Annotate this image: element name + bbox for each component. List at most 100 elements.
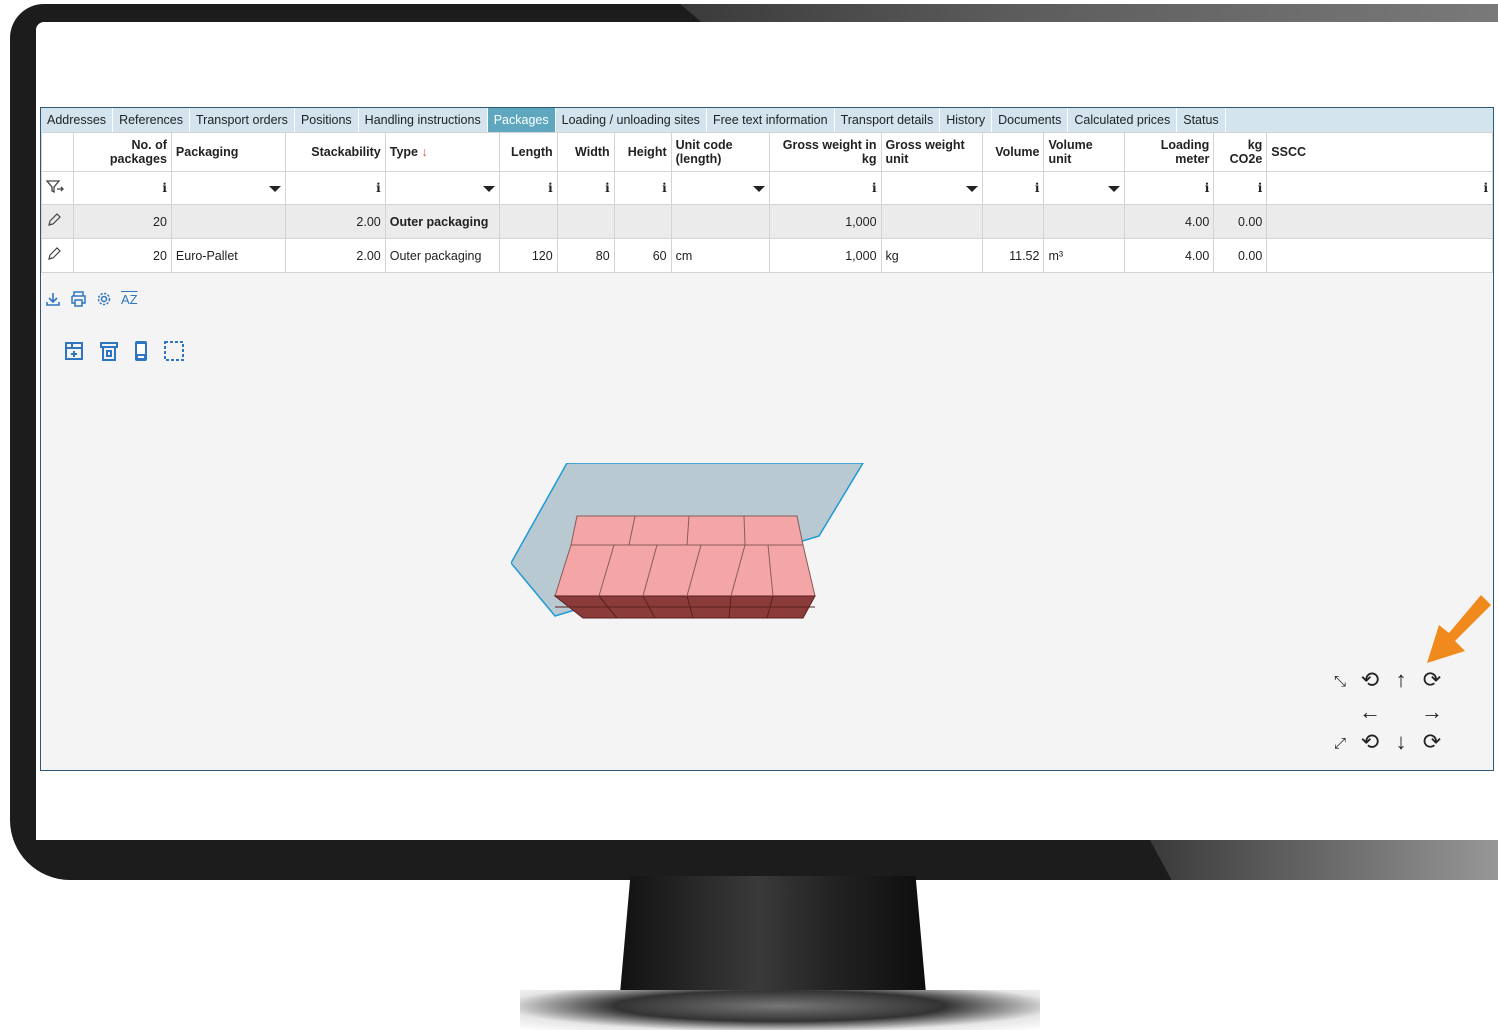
filter-sscc[interactable]: i: [1266, 171, 1493, 205]
header-gross-weight-unit[interactable]: Gross weight unit: [880, 132, 984, 172]
info-icon: i: [548, 181, 553, 195]
cell-height: 60: [613, 238, 672, 273]
package-toolbar: [63, 340, 185, 362]
download-icon[interactable]: [45, 291, 61, 307]
cell-stackability: 2.00: [284, 204, 386, 239]
arrow-right-icon[interactable]: →: [1418, 701, 1446, 723]
tab-positions[interactable]: Positions: [295, 108, 359, 132]
3d-load-view[interactable]: [511, 463, 865, 623]
info-icon: i: [662, 181, 667, 195]
bezel-bottom-highlight: [1150, 840, 1498, 880]
cell-volume: 11.52: [982, 238, 1045, 273]
header-packaging[interactable]: Packaging: [170, 132, 286, 172]
header-length[interactable]: Length: [498, 132, 558, 172]
filter-volume[interactable]: i: [982, 171, 1045, 205]
tab-documents[interactable]: Documents: [992, 108, 1069, 132]
filter-unit-code[interactable]: [670, 171, 770, 205]
chevron-down-icon: [1108, 186, 1121, 192]
edit-row-button[interactable]: [41, 204, 74, 239]
cell-loading-meter: 4.00: [1124, 238, 1215, 273]
rotate-left-icon[interactable]: ⟲: [1356, 669, 1384, 691]
cell-gross-weight-unit: [880, 204, 984, 239]
tab-transport-orders[interactable]: Transport orders: [190, 108, 295, 132]
add-package-icon[interactable]: [63, 340, 85, 362]
sort-az-icon[interactable]: AZ: [121, 292, 138, 307]
filter-gross-weight-unit[interactable]: [880, 171, 984, 205]
header-type[interactable]: Type ↓: [384, 132, 500, 172]
filter-type[interactable]: [384, 171, 500, 205]
filter-volume-unit[interactable]: [1043, 171, 1126, 205]
sort-descending-icon: ↓: [421, 145, 428, 159]
tab-handling-instructions[interactable]: Handling instructions: [359, 108, 488, 132]
header-action-column: [41, 132, 74, 172]
cell-height: [613, 204, 672, 239]
arrow-up-icon[interactable]: ↑: [1387, 669, 1415, 691]
tilt-up-icon[interactable]: ⟳: [1418, 731, 1446, 753]
print-icon[interactable]: [70, 291, 87, 307]
packages-table: No. of packages Packaging Stackability Ty…: [41, 132, 1493, 273]
view-navigation-controls: ⤡ ⟲ ↑ ⟳ ← → ⤢ ⟲ ↓ ⟳: [1326, 665, 1452, 761]
cell-gross-weight: 1,000: [768, 204, 882, 239]
arrow-left-icon[interactable]: ←: [1356, 701, 1384, 723]
pencil-icon: [48, 213, 61, 226]
tab-loading-unloading-sites[interactable]: Loading / unloading sites: [556, 108, 707, 132]
filter-loading-meter[interactable]: i: [1124, 171, 1215, 205]
cell-sscc: [1266, 238, 1493, 273]
table-toolbar: AZ: [45, 291, 138, 307]
filter-co2[interactable]: i: [1213, 171, 1268, 205]
header-unit-code[interactable]: Unit code (length): [670, 132, 770, 172]
header-no-packages[interactable]: No. of packages: [72, 132, 172, 172]
header-volume-unit[interactable]: Volume unit: [1043, 132, 1126, 172]
device-icon[interactable]: [133, 340, 149, 362]
header-gross-weight[interactable]: Gross weight in kg: [768, 132, 882, 172]
filter-gross-weight[interactable]: i: [768, 171, 882, 205]
cell-length: [498, 204, 558, 239]
tab-calculated-prices[interactable]: Calculated prices: [1068, 108, 1178, 132]
expand-icon[interactable]: ⤢: [1326, 733, 1354, 755]
info-icon: i: [1204, 181, 1210, 195]
cell-stackability: 2.00: [284, 238, 386, 273]
cell-type: Outer packaging: [384, 238, 500, 273]
arrow-down-icon[interactable]: ↓: [1387, 731, 1415, 753]
gear-icon[interactable]: [96, 291, 112, 307]
header-stackability[interactable]: Stackability: [284, 132, 386, 172]
select-area-icon[interactable]: [163, 340, 185, 362]
table-row[interactable]: 20 2.00 Outer packaging 1,000 4.00 0.00: [41, 204, 1493, 239]
header-sscc[interactable]: SSCC: [1266, 132, 1493, 172]
filter-height[interactable]: i: [613, 171, 672, 205]
chevron-down-icon: [966, 186, 979, 192]
filter-toggle[interactable]: [41, 171, 74, 205]
tab-bar: Addresses References Transport orders Po…: [41, 108, 1493, 132]
cell-packaging: Euro-Pallet: [170, 238, 286, 273]
filter-stackability[interactable]: i: [284, 171, 386, 205]
rotate-right-icon[interactable]: ⟳: [1418, 669, 1446, 691]
cell-unit-code: [670, 204, 770, 239]
tab-status[interactable]: Status: [1177, 108, 1226, 132]
filter-length[interactable]: i: [498, 171, 558, 205]
tab-free-text-information[interactable]: Free text information: [707, 108, 835, 132]
cell-co2: 0.00: [1213, 238, 1268, 273]
tab-references[interactable]: References: [113, 108, 190, 132]
tab-addresses[interactable]: Addresses: [41, 108, 114, 132]
header-co2[interactable]: kg CO2e: [1213, 132, 1268, 172]
table-row[interactable]: 20 Euro-Pallet 2.00 Outer packaging 120 …: [41, 238, 1493, 273]
tab-transport-details[interactable]: Transport details: [835, 108, 941, 132]
delete-icon[interactable]: [99, 340, 119, 362]
header-loading-meter[interactable]: Loading meter: [1124, 132, 1215, 172]
collapse-icon[interactable]: ⤡: [1326, 671, 1354, 693]
tilt-down-icon[interactable]: ⟲: [1356, 731, 1384, 753]
tab-history[interactable]: History: [940, 108, 993, 132]
filter-packaging[interactable]: [170, 171, 286, 205]
cell-no-packages: 20: [72, 204, 172, 239]
tab-packages[interactable]: Packages: [487, 108, 556, 132]
cell-loading-meter: 4.00: [1124, 204, 1215, 239]
header-width[interactable]: Width: [556, 132, 615, 172]
chevron-down-icon: [268, 186, 281, 192]
filter-width[interactable]: i: [556, 171, 615, 205]
header-height[interactable]: Height: [613, 132, 672, 172]
edit-row-button[interactable]: [41, 238, 74, 273]
filter-no-packages[interactable]: i: [72, 171, 172, 205]
header-volume[interactable]: Volume: [982, 132, 1045, 172]
table-header-row: No. of packages Packaging Stackability Ty…: [41, 132, 1493, 172]
cell-packaging: [170, 204, 286, 239]
